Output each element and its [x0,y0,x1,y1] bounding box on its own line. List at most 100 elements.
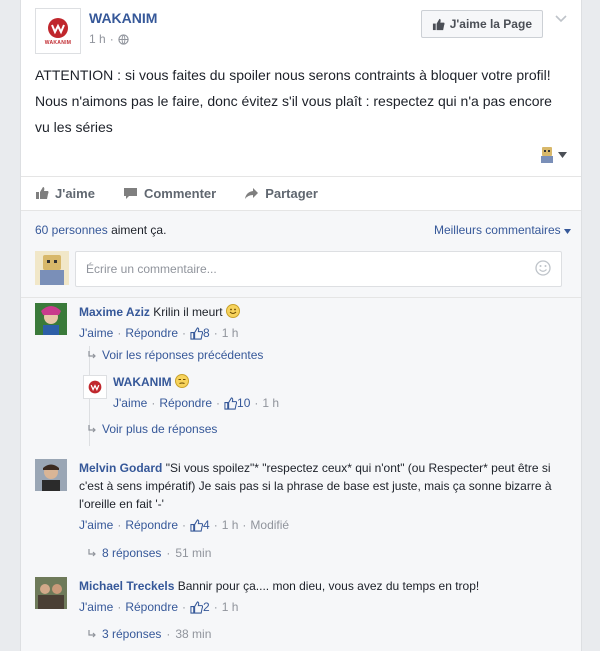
commenter-avatar[interactable] [35,459,67,491]
comment-body: Maxime Aziz Krilin il meurt J'aime · Répo… [79,303,569,342]
view-more-replies-link[interactable]: Voir plus de réponses [87,422,217,436]
comment-like-link[interactable]: J'aime [79,598,113,616]
post-card: WAKANIM WAKANIM 1 h · J'aime la Page ATT… [20,0,582,651]
comment-item: Melvin Godard "Si vous spoilez"* "respec… [35,459,575,549]
comment-icon [123,187,137,199]
comment-like-count[interactable]: 8 [190,324,210,342]
view-previous-replies-link[interactable]: Voir les réponses précédentes [87,348,263,362]
chevron-down-icon [558,152,567,158]
comment-text: Krilin il meurt [153,305,223,319]
post-time[interactable]: 1 h [89,32,106,46]
comment-like-link[interactable]: J'aime [79,324,113,342]
comment-reply-link[interactable]: Répondre [125,516,178,534]
logo-text: WAKANIM [44,39,72,46]
reply-arrow-icon [88,630,96,638]
replies-link[interactable]: 3 réponses · 38 min [87,627,211,641]
like-button[interactable]: J'aime [35,186,95,201]
wakanim-logo-icon [88,380,102,394]
sort-comments-dropdown[interactable]: Meilleurs commentaires [434,223,571,237]
post-meta: 1 h · [89,32,129,46]
like-count-value: 10 [237,396,251,410]
post-header: WAKANIM WAKANIM 1 h · J'aime la Page [35,8,567,56]
reply-like-link[interactable]: J'aime [113,394,147,412]
thumb-up-icon [224,396,238,410]
replies-count: 3 réponses [102,627,162,641]
comment-author[interactable]: Maxime Aziz [79,305,150,319]
actor-selector[interactable] [539,146,567,164]
view-previous-replies-label: Voir les réponses précédentes [102,348,264,362]
comment-item: Michael Treckels Bannir pour ça.... mon … [35,577,575,627]
like-count-value: 8 [203,326,210,340]
chevron-down-icon [564,229,571,234]
comment-label: Commenter [143,185,217,201]
page-avatar[interactable]: WAKANIM [35,8,81,54]
reply-meta: J'aime · Répondre · 10 · 1 h [113,394,280,412]
comment-like-count[interactable]: 4 [190,516,210,534]
likes-summary: 60 personnes aiment ça. [35,223,166,237]
replies-link[interactable]: 8 réponses · 51 min [87,546,211,560]
reply-like-count[interactable]: 10 [224,394,250,412]
comment-body: Melvin Godard "Si vous spoilez"* "respec… [79,459,569,534]
like-page-button[interactable]: J'aime la Page [420,10,543,38]
smiley-emoji-icon [225,304,240,318]
comment-text: Bannir pour ça.... mon dieu, vous avez d… [177,579,480,593]
comment-edited[interactable]: Modifié [250,516,289,534]
comment-meta: J'aime · Répondre · 8 · 1 h [79,324,239,342]
comment-reply-link[interactable]: Répondre [125,324,178,342]
page-name[interactable]: WAKANIM [89,10,157,26]
commenter-avatar[interactable] [35,303,67,335]
comments-section: 60 personnes aiment ça. Meilleurs commen… [21,210,581,651]
replies-time: 38 min [175,627,212,641]
like-label: J'aime [55,185,95,201]
likes-suffix: aiment ça. [107,223,167,237]
replies-count: 8 réponses [102,546,162,560]
replies-time: 51 min [175,546,212,560]
comment-like-count[interactable]: 2 [190,598,210,616]
comment-meta: J'aime · Répondre · 2 · 1 h [79,598,239,616]
divider [21,297,581,298]
thumb-up-icon [36,187,49,199]
comment-like-link[interactable]: J'aime [79,516,113,534]
post-text: ATTENTION : si vous faites du spoiler no… [35,67,552,135]
reply-author[interactable]: WAKANIM [113,375,172,389]
share-icon [245,187,259,199]
sort-label: Meilleurs commentaires [433,223,561,237]
comment-body: Michael Treckels Bannir pour ça.... mon … [79,577,569,616]
post-options[interactable] [555,12,567,26]
unamused-emoji-icon [175,374,190,388]
comment-meta: J'aime · Répondre · 4 · 1 h · Modifié [79,516,290,534]
user-avatar-icon [541,147,553,163]
reply-time[interactable]: 1 h [262,394,279,412]
user-avatar [35,251,69,285]
comment-reply-link[interactable]: Répondre [125,598,178,616]
reply-body: WAKANIM J'aime · Répondre · 10 · 1 h [113,373,533,412]
comment-input[interactable]: Écrire un commentaire... [75,251,562,287]
action-bar: J'aime Commenter Partager [21,176,581,209]
reply-reply-link[interactable]: Répondre [159,394,212,412]
share-button[interactable]: Partager [244,186,318,201]
commenter-avatar[interactable] [35,577,67,609]
comment-time[interactable]: 1 h [222,324,239,342]
comment-button[interactable]: Commenter [123,186,216,201]
thumb-up-icon [190,518,204,532]
reply-arrow-icon [88,549,96,557]
thumb-up-icon [190,600,204,614]
thumb-up-icon [190,326,204,340]
reply-avatar[interactable] [83,375,107,399]
like-count-value: 2 [203,600,210,614]
comment-time[interactable]: 1 h [222,598,239,616]
comment-author[interactable]: Michael Treckels [79,579,174,593]
like-count-value: 4 [203,518,210,532]
emoji-icon[interactable] [535,260,551,276]
likes-count-link[interactable]: 60 personnes [35,223,108,237]
comment-placeholder: Écrire un commentaire... [86,262,217,276]
reply-arrow-icon [88,425,96,433]
wakanim-logo-icon [48,17,68,38]
comment-composer: Écrire un commentaire... [35,251,575,287]
meta-separator: · [109,32,114,46]
globe-icon [118,33,129,45]
comment-time[interactable]: 1 h [222,516,239,534]
like-page-label: J'aime la Page [449,17,532,31]
comment-author[interactable]: Melvin Godard [79,461,162,475]
chevron-down-icon [555,15,567,23]
